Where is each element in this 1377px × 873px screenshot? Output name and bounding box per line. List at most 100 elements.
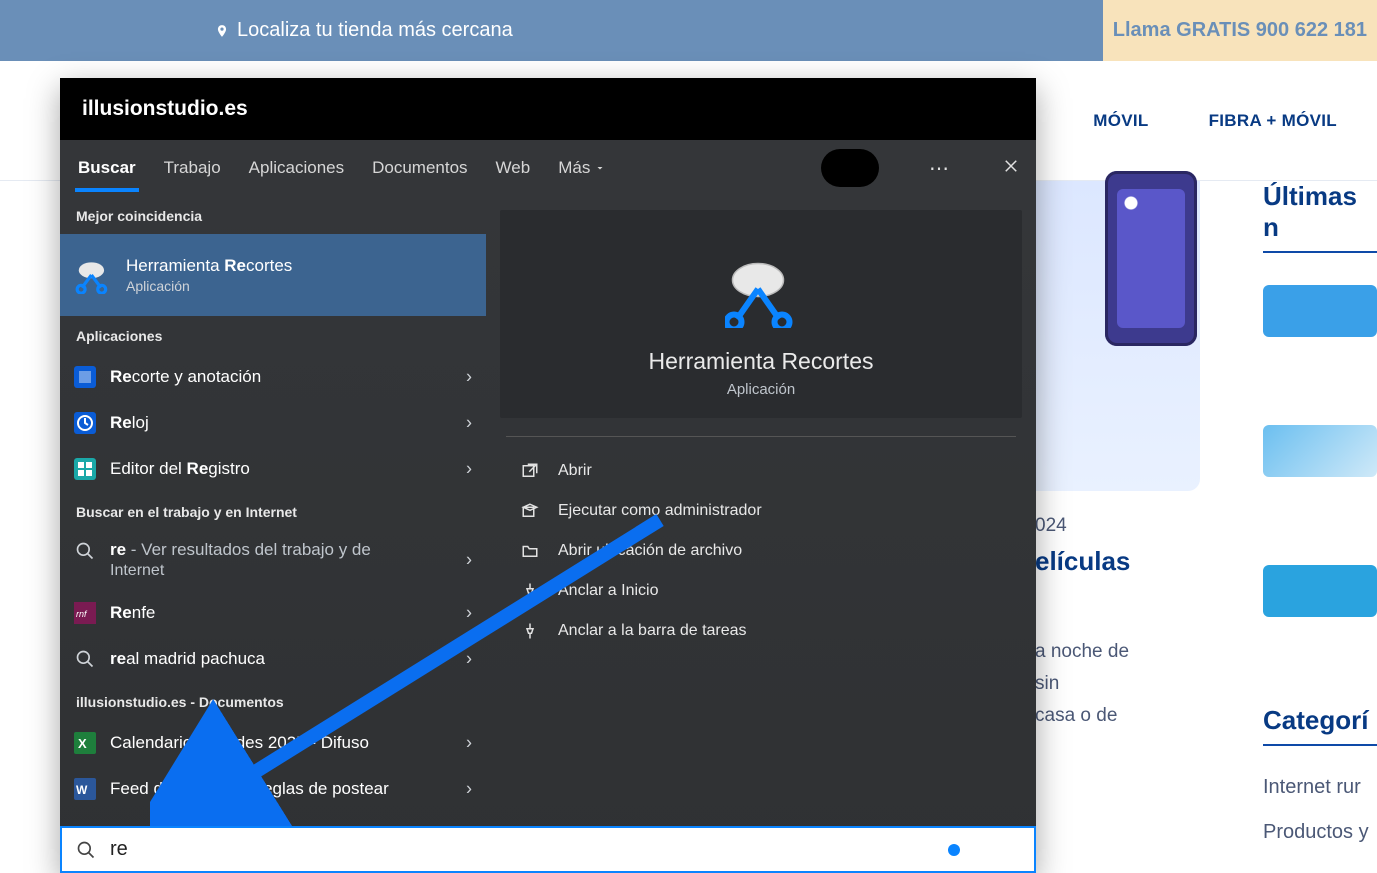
tab-aplicaciones[interactable]: Aplicaciones	[249, 158, 344, 178]
site-sidebar: Últimas n Categorí Internet rur Producto…	[1263, 181, 1377, 866]
search-input-bar[interactable]	[60, 826, 1036, 873]
close-icon	[1002, 157, 1020, 175]
latest-news-heading: Últimas n	[1263, 181, 1377, 253]
user-avatar[interactable]	[821, 149, 879, 187]
result-title: Recorte y anotación	[110, 367, 261, 387]
tab-documentos[interactable]: Documentos	[372, 158, 467, 178]
action-label: Abrir ubicación de archivo	[558, 542, 742, 560]
pin-icon	[520, 581, 540, 601]
details-type: Aplicación	[727, 381, 795, 398]
result-web-realmadrid[interactable]: real madrid pachuca ›	[60, 636, 486, 682]
details-hero: Herramienta Recortes Aplicación	[500, 210, 1022, 418]
details-name: Herramienta Recortes	[649, 348, 874, 375]
result-app-clock[interactable]: Reloj ›	[60, 400, 486, 446]
result-subtitle: Aplicación	[126, 278, 292, 294]
regedit-icon	[74, 458, 96, 480]
categories-heading: Categorí	[1263, 705, 1377, 746]
news-thumb-2[interactable]	[1263, 425, 1377, 477]
result-web-renfe[interactable]: rnf Renfe ›	[60, 590, 486, 636]
action-pin-start[interactable]: Anclar a Inicio	[514, 573, 1008, 609]
word-icon: W	[74, 778, 96, 800]
window-title: illusionstudio.es	[60, 78, 1036, 140]
article-excerpt: a noche de sin casa o de	[1035, 636, 1235, 732]
result-doc-calendar[interactable]: X Calendario de redes 2025 - Difuso ›	[60, 720, 486, 766]
chevron-right-icon: ›	[466, 459, 472, 480]
svg-text:W: W	[76, 783, 88, 797]
action-label: Ejecutar como administrador	[558, 502, 762, 520]
result-title: real madrid pachuca	[110, 649, 265, 669]
section-documents: illusionstudio.es - Documentos	[60, 682, 486, 720]
svg-text:rnf: rnf	[76, 609, 88, 619]
chevron-right-icon: ›	[466, 603, 472, 624]
call-free-promo[interactable]: Llama GRATIS 900 622 181	[1103, 0, 1377, 61]
clock-icon	[74, 412, 96, 434]
action-pin-taskbar[interactable]: Anclar a la barra de tareas	[514, 613, 1008, 649]
result-web-re[interactable]: re - Ver resultados del trabajo y de Int…	[60, 530, 486, 590]
snipping-tool-icon	[725, 256, 797, 328]
section-apps: Aplicaciones	[60, 316, 486, 354]
snip-sketch-icon	[74, 366, 96, 388]
result-best-snipping-tool[interactable]: Herramienta Recortes Aplicación	[60, 234, 486, 316]
search-tabs: Buscar Trabajo Aplicaciones Documentos W…	[60, 140, 1036, 196]
open-icon	[520, 461, 540, 481]
result-title: Feed de Instagram reglas de postear	[110, 779, 389, 799]
action-open-location[interactable]: Abrir ubicación de archivo	[514, 533, 1008, 569]
action-label: Anclar a la barra de tareas	[558, 622, 747, 640]
tab-mas[interactable]: Más	[558, 158, 606, 178]
windows-search-window: illusionstudio.es Buscar Trabajo Aplicac…	[60, 78, 1036, 873]
renfe-icon: rnf	[74, 602, 96, 624]
chevron-right-icon: ›	[466, 367, 472, 388]
svg-text:X: X	[78, 736, 87, 751]
folder-icon	[520, 541, 540, 561]
snipping-tool-icon	[74, 256, 112, 294]
locate-store-link[interactable]: Localiza tu tienda más cercana	[215, 19, 513, 42]
nav-item-movil[interactable]: MÓVIL	[1093, 111, 1148, 131]
divider	[506, 436, 1016, 437]
cortana-indicator-icon	[948, 844, 960, 856]
article-date: 024	[1035, 515, 1067, 537]
action-label: Abrir	[558, 462, 592, 480]
result-app-snip-sketch[interactable]: Recorte y anotación ›	[60, 354, 486, 400]
details-pane: Herramienta Recortes Aplicación Abrir Ej…	[486, 196, 1036, 873]
result-title: Calendario de redes 2025 - Difuso	[110, 733, 369, 753]
tab-web[interactable]: Web	[496, 158, 531, 178]
category-link-2[interactable]: Productos y	[1263, 821, 1377, 844]
search-icon	[74, 648, 96, 670]
result-title: Renfe	[110, 603, 155, 623]
tab-trabajo[interactable]: Trabajo	[164, 158, 221, 178]
details-actions: Abrir Ejecutar como administrador Abrir …	[500, 447, 1022, 655]
result-title: Reloj	[110, 413, 149, 433]
result-app-regedit[interactable]: Editor del Registro ›	[60, 446, 486, 492]
result-doc-feed[interactable]: W Feed de Instagram reglas de postear ›	[60, 766, 486, 812]
call-free-label: Llama GRATIS 900 622 181	[1113, 19, 1367, 42]
tab-buscar[interactable]: Buscar	[78, 158, 136, 178]
chevron-right-icon: ›	[466, 413, 472, 434]
action-run-admin[interactable]: Ejecutar como administrador	[514, 493, 1008, 529]
chevron-right-icon: ›	[466, 733, 472, 754]
chevron-right-icon: ›	[466, 550, 472, 571]
section-best-match: Mejor coincidencia	[60, 196, 486, 234]
action-open[interactable]: Abrir	[514, 453, 1008, 489]
excel-icon: X	[74, 732, 96, 754]
chevron-right-icon: ›	[466, 779, 472, 800]
more-options-button[interactable]: ⋯	[929, 156, 952, 181]
section-work-web: Buscar en el trabajo y en Internet	[60, 492, 486, 530]
news-thumb-1[interactable]	[1263, 285, 1377, 337]
admin-icon	[520, 501, 540, 521]
news-thumb-3[interactable]	[1263, 565, 1377, 617]
search-input[interactable]	[110, 838, 934, 861]
action-label: Anclar a Inicio	[558, 582, 659, 600]
nav-item-fibra-movil[interactable]: FIBRA + MÓVIL	[1209, 111, 1337, 131]
search-icon	[74, 540, 96, 562]
category-link-1[interactable]: Internet rur	[1263, 776, 1377, 799]
result-title: Herramienta Recortes	[126, 256, 292, 276]
site-topbar: Localiza tu tienda más cercana Llama GRA…	[0, 0, 1377, 61]
result-title: re - Ver resultados del trabajo y de	[110, 540, 371, 560]
result-line2: Internet	[110, 562, 371, 580]
result-title: Editor del Registro	[110, 459, 250, 479]
close-button[interactable]	[1002, 155, 1020, 181]
article-title[interactable]: elículas	[1035, 546, 1130, 577]
chevron-right-icon: ›	[466, 649, 472, 670]
map-pin-icon	[215, 22, 229, 40]
search-icon	[76, 840, 96, 860]
